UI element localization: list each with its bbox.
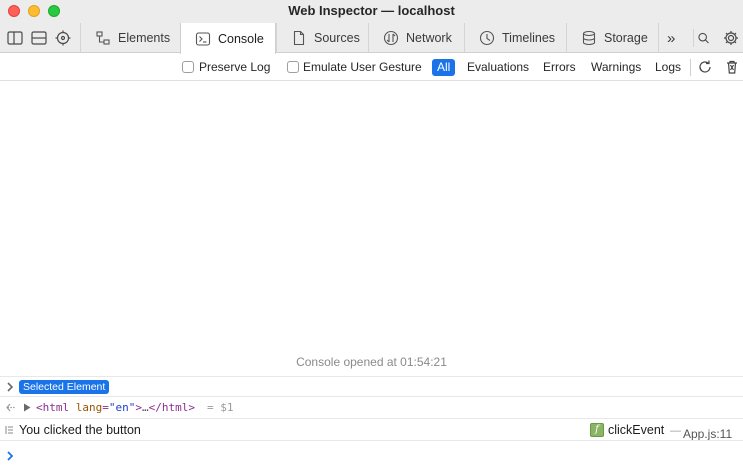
emulate-user-gesture-label[interactable]: Emulate User Gesture [303, 60, 422, 74]
sources-icon [293, 30, 305, 46]
console-icon [195, 31, 211, 46]
chevron-double-right-icon: » [667, 29, 676, 47]
filter-evaluations[interactable]: Evaluations [464, 59, 532, 76]
tab-bar: Elements Console Sources Network Timelin… [0, 23, 743, 54]
html-node-row[interactable]: <html lang="en">…</html> = $1 [0, 396, 743, 418]
console-filter-bar: Preserve Log Emulate User Gesture All Ev… [0, 54, 743, 81]
html-close-tag: </html> [148, 401, 195, 414]
result-arrow-icon [6, 403, 15, 412]
tab-label: Network [406, 31, 452, 45]
dock-side-icon[interactable] [6, 29, 24, 47]
filter-errors[interactable]: Errors [540, 59, 579, 76]
element-picker-icon[interactable] [54, 29, 72, 47]
attr-equals: = [102, 401, 109, 414]
source-dash: — [670, 425, 681, 437]
saved-variable: = $1 [207, 401, 234, 414]
attr-name: lang [75, 401, 103, 414]
console-messages-area [0, 82, 743, 376]
chevron-right-icon [7, 382, 14, 392]
storage-icon [582, 30, 596, 46]
preserve-log-label[interactable]: Preserve Log [199, 60, 270, 74]
tab-label: Sources [314, 31, 360, 45]
disclosure-triangle-icon[interactable] [23, 403, 31, 412]
console-prompt[interactable] [0, 440, 743, 470]
preserve-log-checkbox[interactable] [182, 61, 194, 73]
window-title: Web Inspector — localhost [288, 3, 455, 18]
tab-elements[interactable]: Elements [80, 23, 180, 53]
tab-label: Elements [118, 31, 171, 45]
tab-label: Storage [604, 31, 648, 45]
tab-sources[interactable]: Sources [276, 23, 368, 53]
filter-all[interactable]: All [432, 59, 456, 76]
attr-value: "en" [108, 401, 136, 414]
html-node[interactable]: <html lang="en">…</html> [36, 401, 195, 414]
log-message: You clicked the button [19, 423, 141, 437]
gear-icon[interactable] [722, 29, 740, 47]
emulate-user-gesture-checkbox[interactable] [287, 61, 299, 73]
tab-network[interactable]: Network [368, 23, 464, 53]
timelines-icon [479, 30, 495, 46]
elements-icon [96, 31, 110, 45]
call-frame-function[interactable]: clickEvent [608, 423, 664, 437]
tabs-overflow-button[interactable]: » [658, 23, 686, 53]
html-open-tag-end: > [135, 401, 142, 414]
log-icon [5, 426, 13, 434]
title-bar: Web Inspector — localhost [0, 0, 743, 23]
source-location-link[interactable]: App.js:11 [683, 427, 732, 441]
function-icon: f [590, 423, 604, 437]
selected-element-badge: Selected Element [19, 380, 110, 394]
filter-logs[interactable]: Logs [652, 59, 684, 76]
prompt-chevron-icon [7, 451, 14, 461]
search-icon[interactable] [693, 29, 711, 47]
reload-icon[interactable] [697, 59, 713, 75]
collapsed-ellipsis: … [142, 401, 149, 414]
tab-storage[interactable]: Storage [566, 23, 658, 53]
tab-timelines[interactable]: Timelines [464, 23, 566, 53]
network-icon [383, 30, 399, 46]
tab-label: Console [218, 31, 264, 46]
html-open-tag: <html [36, 401, 70, 414]
log-message-row[interactable]: You clicked the button f clickEvent — Ap… [0, 418, 743, 441]
selected-element-row[interactable]: Selected Element [0, 376, 743, 396]
tab-label: Timelines [502, 31, 556, 45]
tab-console[interactable]: Console [180, 23, 276, 54]
trash-icon[interactable] [724, 59, 740, 75]
console-opened-message: Console opened at 01:54:21 [296, 355, 447, 369]
divider [690, 59, 691, 76]
filter-warnings[interactable]: Warnings [588, 59, 644, 76]
dock-bottom-icon[interactable] [30, 29, 48, 47]
